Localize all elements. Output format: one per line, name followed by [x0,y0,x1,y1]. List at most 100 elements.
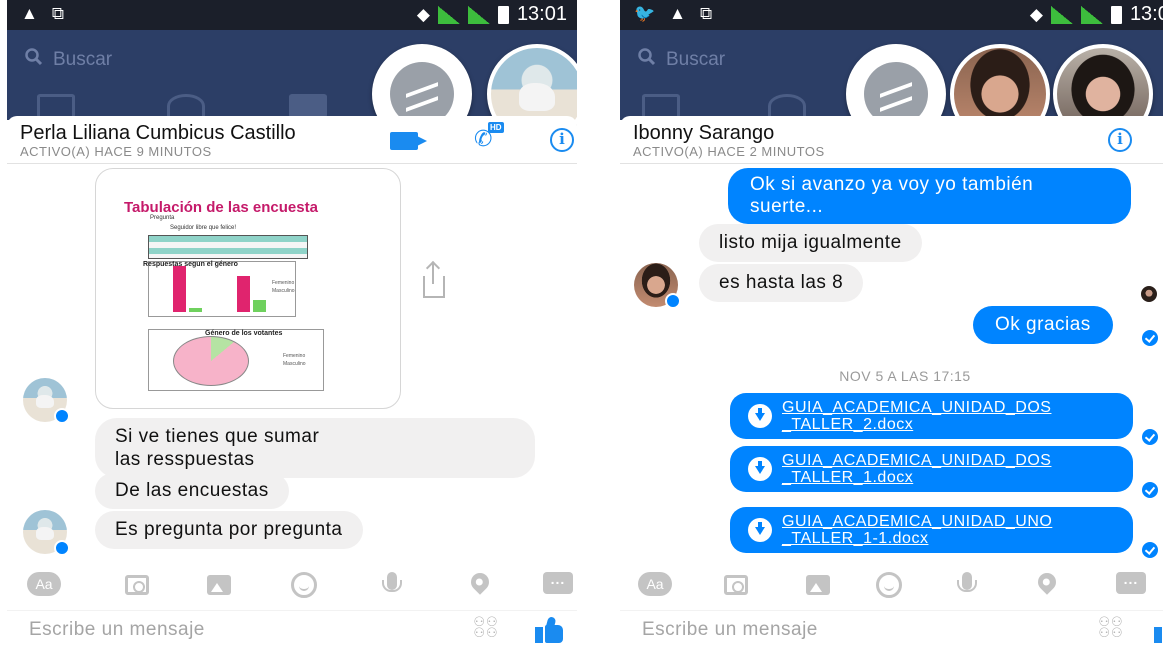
message-text: listo mija igualmente [719,232,902,253]
image-bar [237,276,250,312]
image-icon[interactable] [806,575,830,595]
outgoing-message[interactable]: Ok gracias [973,306,1113,344]
contact-status: ACTIVO(A) HACE 2 MINUTOS [633,144,825,159]
download-icon [748,404,772,428]
seen-check-icon [1142,429,1158,445]
text-format-button[interactable]: Aa [27,572,61,596]
news-feed-icon[interactable] [642,94,680,118]
search-placeholder: Buscar [666,49,726,70]
incoming-message[interactable]: Si ve tienes que sumar las resspuestas [95,418,535,478]
messenger-badge-icon [665,293,681,309]
info-button[interactable]: i [550,128,574,152]
shared-image-message[interactable]: Tabulación de las encuesta Pregunta Segu… [95,168,401,409]
video-call-button[interactable] [390,132,428,152]
status-bar: 🐦 ▲ ⧉ ◆ 13:07 [620,0,1163,30]
twitter-icon: 🐦 [634,4,656,23]
search-bar[interactable]: Buscar [638,48,725,72]
text-format-button[interactable]: Aa [638,572,672,596]
image-bar [253,300,266,312]
location-icon[interactable] [467,569,493,595]
message-text: es hasta las 8 [719,272,844,293]
camera-icon[interactable] [724,575,748,595]
message-input[interactable] [29,615,429,645]
info-button[interactable]: i [1108,128,1132,152]
thumbs-up-icon[interactable] [535,616,563,643]
file-attachment[interactable]: GUIA_ACADEMICA_UNIDAD_DOS _TALLER_2.docx [730,393,1133,439]
cast-icon: ⧉ [51,4,64,23]
wifi-icon: ◆ [416,4,430,24]
contact-name: Ibonny Sarango [633,122,775,144]
file-attachment[interactable]: GUIA_ACADEMICA_UNIDAD_DOS _TALLER_1.docx [730,446,1133,492]
right-phone-screen: 🐦 ▲ ⧉ ◆ 13:07 Buscar Ibonn [620,0,1163,649]
sticker-icon[interactable]: ⚇⚇ ⚇⚇ [473,615,499,642]
image-bar [173,266,186,312]
message-composer: ⚇⚇⚇⚇ [620,610,1163,649]
contact-avatar[interactable] [634,263,681,309]
message-text: suerte... [750,196,824,217]
contact-avatar[interactable] [23,510,70,556]
thumbs-up-icon[interactable] [1154,617,1163,643]
battery-icon [497,5,509,24]
status-time: 13:01 [516,3,567,25]
share-icon[interactable] [423,264,445,298]
microphone-icon[interactable] [957,572,977,592]
left-phone-screen: ▲ ⧉ ◆ 13:01 Buscar Perla Liliana Cumbicu… [7,0,577,649]
message-list[interactable]: Ok si avanzo ya voy yo también suerte...… [620,164,1163,564]
image-legend-item: Femenino [272,280,295,286]
message-text: Ok gracias [995,314,1091,335]
warning-icon: ▲ [21,4,38,23]
chat-panel: Ibonny Sarango ACTIVO(A) HACE 2 MINUTOS … [620,116,1163,649]
search-icon [638,48,656,72]
messenger-badge-icon [54,540,70,556]
incoming-message[interactable]: De las encuestas [95,473,289,509]
image-icon[interactable] [207,575,231,595]
file-name: _TALLER_1-1.docx [782,530,929,547]
sticker-icon[interactable]: ⚇⚇ ⚇⚇ [1098,615,1124,642]
microphone-icon[interactable] [382,572,402,592]
search-bar[interactable]: Buscar [25,48,112,72]
seen-check-icon [1142,482,1158,498]
emoji-icon[interactable] [876,572,902,598]
message-text: Es pregunta por pregunta [115,519,343,540]
voice-call-button[interactable]: ✆ HD [474,122,504,154]
image-pie [173,336,249,386]
status-time: 13:07 [1129,3,1163,25]
download-icon [748,518,772,542]
camera-icon[interactable] [125,575,149,595]
file-attachment[interactable]: GUIA_ACADEMICA_UNIDAD_UNO _TALLER_1-1.do… [730,507,1133,553]
more-label: ... [550,571,566,587]
friends-icon[interactable] [167,94,205,118]
more-label: ... [1123,571,1139,587]
news-feed-icon[interactable] [37,94,75,118]
signal-icon [1080,5,1103,24]
chat-header: Perla Liliana Cumbicus Castillo ACTIVO(A… [7,116,577,164]
message-list[interactable]: Tabulación de las encuesta Pregunta Segu… [7,164,577,564]
outgoing-message[interactable]: Ok si avanzo ya voy yo también suerte... [728,168,1131,224]
emoji-icon[interactable] [291,572,317,598]
file-name: GUIA_ACADEMICA_UNIDAD_DOS [782,452,1052,469]
image-legend: Femenino Masculino [272,279,295,295]
incoming-message[interactable]: listo mija igualmente [699,224,922,262]
friends-icon[interactable] [768,94,806,118]
file-name: _TALLER_1.docx [782,469,914,486]
search-placeholder: Buscar [53,49,113,70]
more-icon[interactable]: ... [1116,572,1146,594]
text-format-label: Aa [35,576,53,592]
signal-icon [1050,5,1073,24]
location-icon[interactable] [1034,569,1060,595]
message-text: las resspuestas [115,449,255,470]
contact-name: Perla Liliana Cumbicus Castillo [20,122,296,144]
info-icon: i [559,130,565,148]
incoming-message[interactable]: es hasta las 8 [699,264,864,302]
status-bar: ▲ ⧉ ◆ 13:01 [7,0,577,30]
image-text: Seguidor libre que felice! [170,225,237,231]
image-legend: Femenino Masculino [283,352,306,368]
more-icon[interactable]: ... [543,572,573,594]
seen-avatar [1141,286,1157,302]
contact-avatar[interactable] [23,378,70,424]
messages-tab-icon[interactable] [289,94,327,118]
incoming-message[interactable]: Es pregunta por pregunta [95,511,363,549]
signal-icon [467,5,490,24]
text-format-label: Aa [646,576,664,592]
message-input[interactable] [642,615,1042,645]
